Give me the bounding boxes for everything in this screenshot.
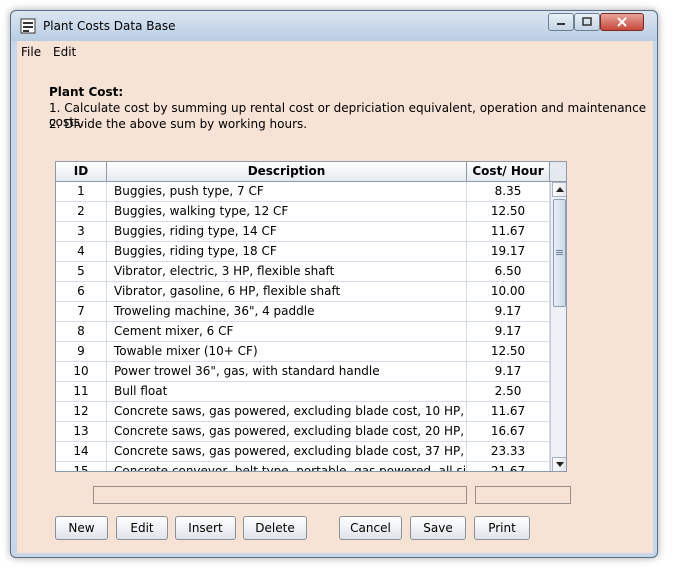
cell-id: 5 — [56, 262, 107, 281]
cell-id: 10 — [56, 362, 107, 381]
cell-cost: 10.00 — [467, 282, 550, 301]
cell-description: Concrete saws, gas powered, excluding bl… — [107, 402, 467, 421]
menu-edit[interactable]: Edit — [53, 45, 76, 59]
cell-cost: 9.17 — [467, 302, 550, 321]
table-row[interactable]: 14 Concrete saws, gas powered, excluding … — [56, 442, 550, 462]
cell-description: Troweling machine, 36", 4 paddle — [107, 302, 467, 321]
cell-id: 14 — [56, 442, 107, 461]
cell-id: 8 — [56, 322, 107, 341]
cell-cost: 19.17 — [467, 242, 550, 261]
cell-description: Towable mixer (10+ CF) — [107, 342, 467, 361]
cell-cost: 8.35 — [467, 182, 550, 201]
title-bar[interactable]: Plant Costs Data Base — [11, 11, 657, 41]
description-field[interactable] — [93, 486, 467, 504]
cell-id: 2 — [56, 202, 107, 221]
scroll-down-button[interactable] — [552, 457, 566, 471]
new-button[interactable]: New — [55, 516, 108, 540]
table-row[interactable]: 15 Concrete conveyor, belt type, portable… — [56, 462, 550, 471]
cell-description: Concrete conveyor, belt type, portable, … — [107, 462, 467, 471]
app-icon — [19, 17, 37, 35]
cost-field[interactable] — [475, 486, 571, 504]
table-row[interactable]: 1 Buggies, push type, 7 CF 8.35 — [56, 182, 550, 202]
cell-description: Power trowel 36", gas, with standard han… — [107, 362, 467, 381]
cell-cost: 9.17 — [467, 322, 550, 341]
cell-id: 1 — [56, 182, 107, 201]
cell-cost: 12.50 — [467, 342, 550, 361]
menu-bar: File Edit — [17, 41, 653, 63]
cell-cost: 23.33 — [467, 442, 550, 461]
cell-description: Buggies, push type, 7 CF — [107, 182, 467, 201]
table-row[interactable]: 13 Concrete saws, gas powered, excluding … — [56, 422, 550, 442]
cell-cost: 11.67 — [467, 402, 550, 421]
close-button[interactable] — [600, 13, 644, 31]
cell-id: 4 — [56, 242, 107, 261]
cell-description: Vibrator, gasoline, 6 HP, flexible shaft — [107, 282, 467, 301]
delete-button[interactable]: Delete — [243, 516, 307, 540]
table-row[interactable]: 11 Bull float 2.50 — [56, 382, 550, 402]
cell-id: 12 — [56, 402, 107, 421]
cell-cost: 12.50 — [467, 202, 550, 221]
cell-cost: 21.67 — [467, 462, 550, 471]
column-header-description[interactable]: Description — [107, 162, 467, 181]
table-row[interactable]: 12 Concrete saws, gas powered, excluding … — [56, 402, 550, 422]
cell-id: 7 — [56, 302, 107, 321]
cell-id: 9 — [56, 342, 107, 361]
edit-button[interactable]: Edit — [116, 516, 168, 540]
cell-description: Bull float — [107, 382, 467, 401]
cell-id: 13 — [56, 422, 107, 441]
cell-id: 3 — [56, 222, 107, 241]
table-row[interactable]: 7 Troweling machine, 36", 4 paddle 9.17 — [56, 302, 550, 322]
plant-cost-heading: Plant Cost: — [49, 85, 124, 99]
cell-id: 6 — [56, 282, 107, 301]
table-row[interactable]: 2 Buggies, walking type, 12 CF 12.50 — [56, 202, 550, 222]
maximize-icon — [582, 17, 592, 26]
insert-button[interactable]: Insert — [175, 516, 236, 540]
cancel-button[interactable]: Cancel — [339, 516, 402, 540]
close-icon — [617, 17, 627, 27]
cell-description: Concrete saws, gas powered, excluding bl… — [107, 422, 467, 441]
table-row[interactable]: 5 Vibrator, electric, 3 HP, flexible shaf… — [56, 262, 550, 282]
column-header-id[interactable]: ID — [56, 162, 107, 181]
cell-cost: 11.67 — [467, 222, 550, 241]
plant-cost-table: ID Description Cost/ Hour 1 Buggies, push… — [55, 161, 567, 472]
vertical-scrollbar[interactable] — [550, 182, 566, 471]
arrow-down-icon — [555, 462, 564, 467]
window-title: Plant Costs Data Base — [43, 19, 176, 33]
scroll-thumb[interactable] — [553, 199, 566, 307]
instruction-line-2: 2. Divide the above sum by working hours… — [49, 117, 308, 131]
minimize-icon — [557, 23, 565, 25]
table-body: 1 Buggies, push type, 7 CF 8.35 2 Buggies, w… — [56, 182, 550, 471]
table-row[interactable]: 4 Buggies, riding type, 18 CF 19.17 — [56, 242, 550, 262]
column-header-cost[interactable]: Cost/ Hour — [467, 162, 550, 181]
arrow-up-icon — [555, 187, 564, 192]
app-window: Plant Costs Data Base File Edit Plant Co… — [10, 10, 658, 558]
menu-file[interactable]: File — [21, 45, 41, 59]
cell-cost: 9.17 — [467, 362, 550, 381]
cell-id: 11 — [56, 382, 107, 401]
minimize-button[interactable] — [548, 13, 574, 31]
cell-description: Buggies, riding type, 14 CF — [107, 222, 467, 241]
table-row[interactable]: 3 Buggies, riding type, 14 CF 11.67 — [56, 222, 550, 242]
cell-description: Buggies, walking type, 12 CF — [107, 202, 467, 221]
cell-description: Cement mixer, 6 CF — [107, 322, 467, 341]
cell-description: Buggies, riding type, 18 CF — [107, 242, 467, 261]
scroll-up-button[interactable] — [552, 182, 566, 197]
maximize-button[interactable] — [574, 13, 600, 31]
table-row[interactable]: 9 Towable mixer (10+ CF) 12.50 — [56, 342, 550, 362]
cell-id: 15 — [56, 462, 107, 471]
table-row[interactable]: 6 Vibrator, gasoline, 6 HP, flexible shaf… — [56, 282, 550, 302]
cell-cost: 16.67 — [467, 422, 550, 441]
client-area: File Edit Plant Cost: 1. Calculate cost … — [17, 41, 653, 553]
cell-description: Concrete saws, gas powered, excluding bl… — [107, 442, 467, 461]
table-header: ID Description Cost/ Hour — [56, 162, 566, 182]
header-corner — [550, 162, 566, 181]
cell-cost: 6.50 — [467, 262, 550, 281]
print-button[interactable]: Print — [474, 516, 530, 540]
grip-icon — [556, 250, 563, 251]
save-button[interactable]: Save — [410, 516, 466, 540]
cell-description: Vibrator, electric, 3 HP, flexible shaft — [107, 262, 467, 281]
table-row[interactable]: 10 Power trowel 36", gas, with standard h… — [56, 362, 550, 382]
table-row[interactable]: 8 Cement mixer, 6 CF 9.17 — [56, 322, 550, 342]
cell-cost: 2.50 — [467, 382, 550, 401]
